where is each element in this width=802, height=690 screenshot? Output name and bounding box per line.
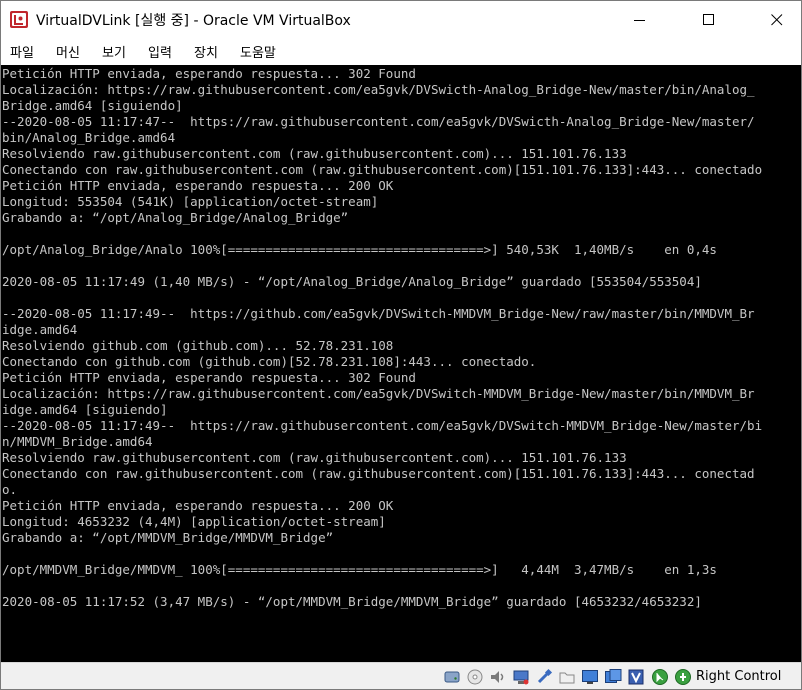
- guest-console[interactable]: Petición HTTP enviada, esperando respues…: [1, 65, 801, 662]
- minimize-icon: [634, 20, 645, 21]
- mouse-integration-icon[interactable]: [651, 668, 669, 686]
- terminal-line: Petición HTTP enviada, esperando respues…: [2, 370, 416, 385]
- terminal-line: idge.amd64: [2, 322, 78, 337]
- display-icon[interactable]: [581, 668, 599, 686]
- optical-drive-icon[interactable]: [466, 668, 484, 686]
- terminal-line: Conectando con raw.githubusercontent.com…: [2, 466, 755, 481]
- terminal-line: Conectando con github.com (github.com)[5…: [2, 354, 537, 369]
- hard-disk-icon[interactable]: [443, 668, 461, 686]
- network-icon[interactable]: [512, 668, 530, 686]
- terminal-line: /opt/MMDVM_Bridge/MMDVM_ 100%[==========…: [2, 562, 717, 577]
- terminal-line: o.: [2, 482, 18, 497]
- terminal-line: 2020-08-05 11:17:49 (1,40 MB/s) - “/opt/…: [2, 274, 702, 289]
- terminal-line: Conectando con raw.githubusercontent.com…: [2, 162, 763, 177]
- terminal-line: Localización: https://raw.githubusercont…: [2, 386, 755, 401]
- terminal-line: --2020-08-05 11:17:49-- https://raw.gith…: [2, 418, 763, 433]
- maximize-icon: [703, 14, 714, 25]
- usb-icon[interactable]: [535, 668, 553, 686]
- terminal-line: Localización: https://raw.githubusercont…: [2, 82, 755, 97]
- terminal-line: Petición HTTP enviada, esperando respues…: [2, 178, 394, 193]
- minimize-button[interactable]: [617, 1, 663, 37]
- menu-machine[interactable]: 머신: [56, 42, 80, 61]
- terminal-line: Resolviendo raw.githubusercontent.com (r…: [2, 450, 627, 465]
- menu-file[interactable]: 파일: [10, 42, 34, 61]
- terminal-line: idge.amd64 [siguiendo]: [2, 402, 168, 417]
- terminal-line: bin/Analog_Bridge.amd64: [2, 130, 176, 145]
- terminal-line: Longitud: 4653232 (4,4M) [application/oc…: [2, 514, 386, 529]
- shared-folders-icon[interactable]: [558, 668, 576, 686]
- menu-input[interactable]: 입력: [148, 42, 172, 61]
- title-bar[interactable]: VirtualDVLink [실행 중] - Oracle VM Virtual…: [1, 1, 801, 37]
- terminal-line: n/MMDVM_Bridge.amd64: [2, 434, 153, 449]
- maximize-button[interactable]: [686, 1, 732, 37]
- menu-view[interactable]: 보기: [102, 42, 126, 61]
- terminal-line: Resolviendo raw.githubusercontent.com (r…: [2, 146, 627, 161]
- terminal-line: Grabando a: “/opt/MMDVM_Bridge/MMDVM_Bri…: [2, 530, 334, 545]
- terminal-line: Petición HTTP enviada, esperando respues…: [2, 66, 416, 81]
- close-button[interactable]: [754, 1, 800, 37]
- virtualbox-logo-icon: [10, 11, 28, 28]
- audio-icon[interactable]: [489, 668, 507, 686]
- terminal-line: --2020-08-05 11:17:47-- https://raw.gith…: [2, 114, 755, 129]
- status-bar: Right Control: [1, 662, 801, 689]
- terminal-line: Petición HTTP enviada, esperando respues…: [2, 498, 394, 513]
- window-title: VirtualDVLink [실행 중] - Oracle VM Virtual…: [36, 13, 351, 29]
- virtualbox-window: VirtualDVLink [실행 중] - Oracle VM Virtual…: [0, 0, 802, 690]
- terminal-line: Longitud: 553504 (541K) [application/oct…: [2, 194, 379, 209]
- terminal-line: /opt/Analog_Bridge/Analo 100%[==========…: [2, 242, 717, 257]
- menu-bar: 파일 머신 보기 입력 장치 도움말: [1, 37, 801, 64]
- menu-devices[interactable]: 장치: [194, 42, 218, 61]
- terminal-line: 2020-08-05 11:17:52 (3,47 MB/s) - “/opt/…: [2, 594, 702, 609]
- close-icon: [771, 14, 783, 26]
- menu-help[interactable]: 도움말: [240, 42, 276, 61]
- terminal-line: Resolviendo github.com (github.com)... 5…: [2, 338, 394, 353]
- terminal-line: --2020-08-05 11:17:49-- https://github.c…: [2, 306, 755, 321]
- host-key-label: Right Control: [696, 669, 782, 684]
- terminal-line: Grabando a: “/opt/Analog_Bridge/Analog_B…: [2, 210, 349, 225]
- cpu-virtualization-icon[interactable]: [627, 668, 645, 686]
- terminal-line: Bridge.amd64 [siguiendo]: [2, 98, 183, 113]
- keyboard-icon[interactable]: [674, 668, 692, 686]
- video-capture-icon[interactable]: [604, 668, 622, 686]
